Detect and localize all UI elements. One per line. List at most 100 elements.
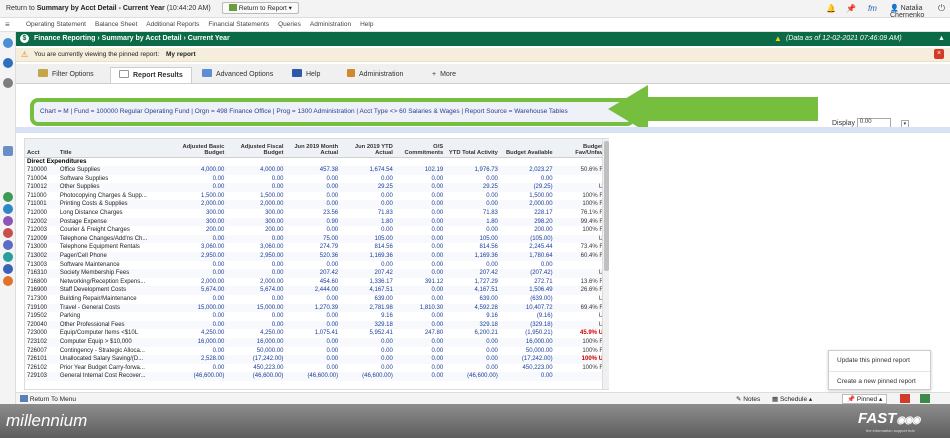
table-row[interactable]: 720040 Other Professional Fees 0.00 0.00 0.0… (25, 320, 605, 330)
table-row[interactable]: 716900 Staff Development Costs 5,674.00 5,6… (25, 286, 605, 295)
schedule-button[interactable]: ▦ Schedule ▴ (772, 395, 812, 403)
column-header[interactable]: Jun 2019 Month Actual (285, 139, 341, 158)
title-cell[interactable]: Printing Costs & Supplies (57, 200, 166, 210)
title-cell[interactable]: Courier & Freight Charges (58, 226, 165, 235)
info-icon[interactable] (3, 58, 13, 68)
acct-cell[interactable]: 723102 (25, 337, 58, 347)
title-cell[interactable]: Computer Equip > $10,000 (57, 337, 166, 347)
table-row[interactable]: 713000 Telephone Equipment Rentals 3,060.0… (25, 243, 605, 252)
acct-cell[interactable]: 716310 (25, 269, 58, 278)
table-row[interactable]: 712003 Courier & Freight Charges 200.00 200… (25, 226, 605, 235)
pinned-button[interactable]: 📌 Pinned ▴ (842, 394, 888, 404)
acct-cell[interactable]: 716900 (25, 286, 58, 295)
nav-circle-1-icon[interactable] (3, 192, 13, 202)
acct-cell[interactable]: 723000 (25, 329, 58, 338)
menu-item-operating-statement[interactable]: Operating Statement (26, 21, 86, 28)
pinned-nav-icon[interactable] (3, 78, 13, 88)
table-row[interactable]: 710012 Other Supplies 0.00 0.00 0.00 29.25 0.0… (25, 183, 605, 192)
acct-cell[interactable]: 710004 (25, 175, 58, 184)
nav-circle-6-icon[interactable] (3, 252, 13, 262)
nav-circle-2-icon[interactable] (3, 204, 13, 214)
column-header[interactable]: Acct (25, 139, 58, 158)
table-row[interactable]: 716310 Society Membership Fees 0.00 0.00 207… (25, 269, 605, 278)
acct-cell[interactable]: 726007 (25, 347, 58, 356)
create-pinned-report-item[interactable]: Create a new pinned report (829, 371, 930, 391)
acct-cell[interactable]: 713000 (25, 243, 58, 252)
nav-circle-7-icon[interactable] (3, 264, 13, 274)
table-row[interactable]: 719502 Parking 0.00 0.00 0.00 9.16 0.00 9.16 (9.… (25, 312, 605, 321)
acct-cell[interactable]: 712009 (25, 234, 58, 244)
table-row[interactable]: 713003 Software Maintenance 0.00 0.00 0.00 0.… (25, 261, 605, 270)
table-row[interactable]: 713002 Pager/Cell Phone 2,950.00 2,950.00 52… (25, 252, 605, 261)
table-row[interactable]: 712000 Long Distance Charges 300.00 300.00 2… (25, 209, 605, 218)
acct-cell[interactable]: 719502 (25, 312, 58, 321)
tab-help[interactable]: Help (284, 67, 328, 83)
column-header[interactable]: O/S Commitments (394, 139, 446, 158)
table-row[interactable]: 711000 Photocopying Charges & Supp... 1,50… (25, 192, 605, 201)
acct-cell[interactable]: 719100 (25, 303, 58, 313)
acct-cell[interactable]: 717300 (25, 295, 58, 304)
acct-cell[interactable]: 713003 (25, 261, 58, 270)
nav-circle-8-icon[interactable] (3, 276, 13, 286)
title-cell[interactable]: Software Maintenance (58, 261, 165, 270)
vertical-scrollbar[interactable] (602, 139, 609, 389)
tab-more[interactable]: + More (424, 67, 464, 83)
title-cell[interactable]: Staff Development Costs (57, 286, 166, 295)
power-icon[interactable]: ⏻ (938, 3, 945, 14)
pdf-icon[interactable] (900, 394, 910, 403)
table-row[interactable]: 711001 Printing Costs & Supplies 2,000.00 2… (25, 200, 605, 210)
fm-icon[interactable]: fm (868, 4, 877, 13)
menu-item-queries[interactable]: Queries (278, 21, 301, 28)
title-cell[interactable]: Equip/Computer Items <$10L (58, 329, 165, 338)
title-cell[interactable]: Software Supplies (58, 175, 165, 184)
bell-icon[interactable]: 🔔 (826, 4, 836, 13)
column-header[interactable]: Title (57, 139, 166, 158)
tab-administration[interactable]: Administration (339, 67, 411, 83)
close-notice-icon[interactable]: × (934, 49, 944, 59)
column-header[interactable]: YTD Total Activity (445, 139, 500, 158)
return-to-report-button[interactable]: Return to Report ▾ (222, 2, 299, 14)
title-cell[interactable]: Building Repair/Maintenance (58, 295, 165, 304)
title-cell[interactable]: Other Professional Fees (57, 320, 166, 330)
scroll-thumb[interactable] (604, 141, 609, 271)
acct-cell[interactable]: 716800 (25, 278, 58, 287)
title-cell[interactable]: Postage Expense (57, 217, 166, 227)
title-cell[interactable]: Networking/Reception Expens... (58, 278, 165, 287)
title-cell[interactable]: Other Supplies (57, 183, 166, 192)
menu-item-administration[interactable]: Administration (310, 21, 351, 28)
acct-cell[interactable]: 726101 (25, 355, 58, 364)
reports-icon[interactable] (3, 146, 13, 156)
return-to-menu-button[interactable]: Return To Menu (20, 395, 76, 403)
acct-cell[interactable]: 712000 (25, 209, 58, 218)
menu-item-financial-statements[interactable]: Financial Statements (208, 21, 269, 28)
table-row[interactable]: 723102 Computer Equip > $10,000 16,000.00 1… (25, 337, 605, 347)
title-cell[interactable]: Contingency - Strategic Alloca... (58, 347, 165, 356)
column-header[interactable]: Adjusted Fiscal Budget (226, 139, 286, 158)
home-icon[interactable] (3, 38, 13, 48)
column-header[interactable]: Budget Fav/Unfav (554, 139, 605, 158)
nav-circle-5-icon[interactable] (3, 240, 13, 250)
table-row[interactable]: 717300 Building Repair/Maintenance 0.00 0.0… (25, 295, 605, 304)
table-row[interactable]: 726101 Unallocated Salary Saving/(D... 2,5… (25, 355, 605, 364)
pin-icon[interactable]: 📌 (846, 4, 856, 13)
title-cell[interactable]: Pager/Cell Phone (57, 252, 166, 261)
tab-advanced-options[interactable]: Advanced Options (194, 67, 281, 83)
title-cell[interactable]: Unallocated Salary Saving/(D... (57, 355, 166, 364)
breadcrumb[interactable]: Finance Reporting › Summary by Acct Deta… (34, 35, 230, 42)
hamburger-icon[interactable]: ≡ (5, 20, 10, 29)
column-header[interactable]: Jun 2019 YTD Actual (340, 139, 395, 158)
menu-item-balance-sheet[interactable]: Balance Sheet (95, 21, 137, 28)
column-header[interactable]: Adjusted Basic Budget (165, 139, 227, 158)
acct-cell[interactable]: 713002 (25, 252, 58, 261)
acct-cell[interactable]: 720040 (25, 320, 58, 330)
nav-circle-4-icon[interactable] (3, 228, 13, 238)
acct-cell[interactable]: 726102 (25, 364, 58, 373)
title-cell[interactable]: Parking (58, 312, 165, 321)
nav-circle-3-icon[interactable] (3, 216, 13, 226)
title-cell[interactable]: Prior Year Budget Carry-forwa... (58, 364, 165, 373)
title-cell[interactable]: Long Distance Charges (58, 209, 165, 218)
title-cell[interactable]: General Internal Cost Recover... (57, 372, 166, 381)
acct-cell[interactable]: 711001 (25, 200, 58, 210)
title-cell[interactable]: Photocopying Charges & Supp... (58, 192, 165, 201)
table-row[interactable]: 726007 Contingency - Strategic Alloca... 0… (25, 347, 605, 356)
